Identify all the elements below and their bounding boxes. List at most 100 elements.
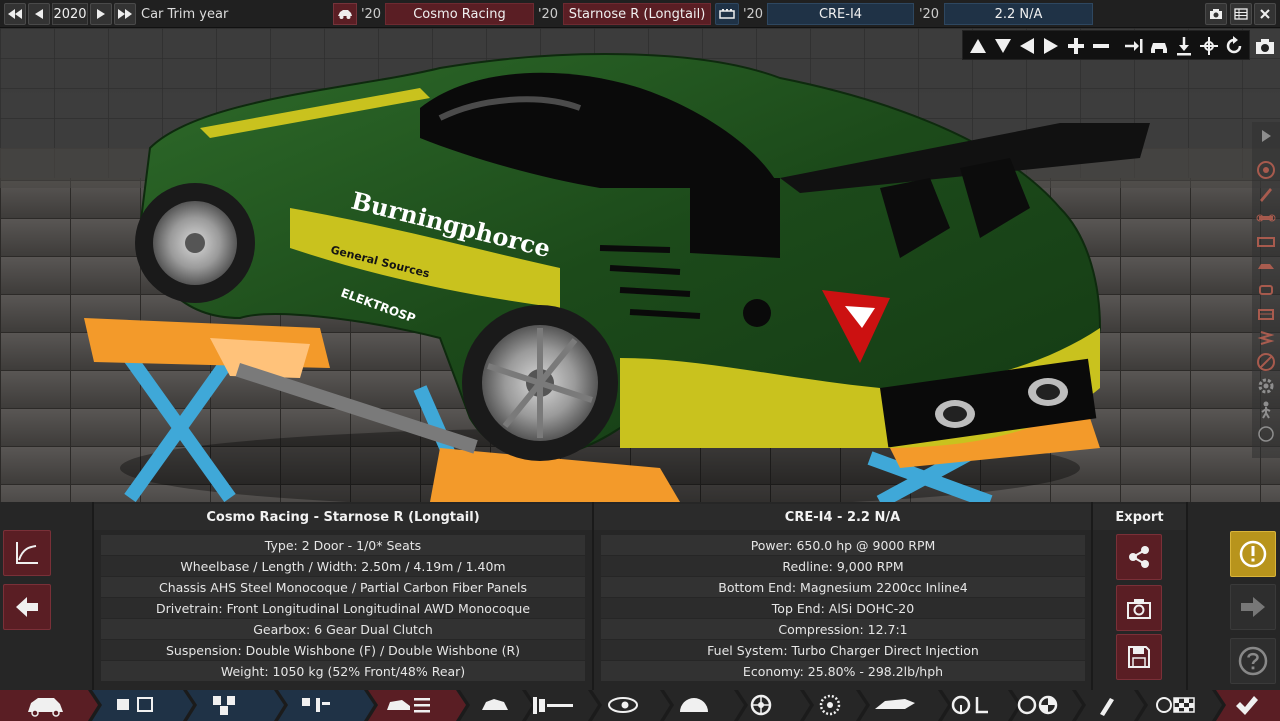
- engine-panel-title: CRE-I4 - 2.2 N/A: [594, 504, 1091, 530]
- zoom-in-button[interactable]: [1065, 35, 1087, 57]
- share-icon: [1129, 546, 1149, 568]
- list-icon: [1234, 8, 1248, 20]
- list-button[interactable]: [1230, 3, 1252, 25]
- camera-icon: [1127, 599, 1151, 619]
- wheel-view-button[interactable]: [1256, 160, 1276, 180]
- spring-icon: [1257, 331, 1275, 345]
- engine-spec-row: Top End: AlSi DOHC-20: [601, 597, 1085, 618]
- seat-icon: [1259, 285, 1273, 295]
- hide-parts-button[interactable]: [1256, 352, 1276, 372]
- tab-engine-tune[interactable]: [278, 690, 374, 721]
- trim-year: '20: [537, 6, 559, 22]
- engine-spec-row: Economy: 25.80% - 298.2lb/hph: [601, 660, 1085, 681]
- wheel-icon: [1257, 161, 1275, 179]
- chassis-icon: [1257, 237, 1275, 247]
- engine-year: '20: [742, 6, 764, 22]
- engine-spec-row: Power: 650.0 hp @ 9000 RPM: [601, 534, 1085, 555]
- circle-icon: [1258, 426, 1274, 442]
- car-spec-list: Type: 2 Door - 1/0* Seats Wheelbase / Le…: [101, 534, 585, 681]
- tab-fixtures[interactable]: [592, 690, 670, 721]
- triangle-right-icon: [1044, 38, 1058, 54]
- warnings-button[interactable]: [1230, 531, 1276, 577]
- first-year-button[interactable]: [4, 3, 26, 25]
- rotate-view-button[interactable]: [1223, 35, 1245, 57]
- camera-left-button[interactable]: [1016, 35, 1038, 57]
- suspension-view-button[interactable]: [1256, 328, 1276, 348]
- variant-year: '20: [918, 6, 940, 22]
- back-button[interactable]: [3, 584, 51, 630]
- gear-icon: [1258, 378, 1274, 394]
- drivetrain-icon: [1256, 214, 1276, 222]
- engine-view-button[interactable]: [1256, 304, 1276, 324]
- share-button[interactable]: [1116, 534, 1162, 580]
- arrow-right-icon: [1241, 597, 1265, 617]
- reset-view-button[interactable]: [1123, 35, 1145, 57]
- close-button[interactable]: [1254, 3, 1276, 25]
- car-icon: [338, 10, 352, 19]
- save-button[interactable]: [1116, 634, 1162, 680]
- interior-view-button[interactable]: [1256, 280, 1276, 300]
- arrow-right-icon: [97, 9, 105, 19]
- person-icon: [1261, 401, 1271, 419]
- ground-view-button[interactable]: [1173, 35, 1195, 57]
- driver-view-button[interactable]: [1256, 400, 1276, 420]
- question-icon: [1238, 646, 1268, 676]
- engine-button[interactable]: [715, 3, 739, 25]
- export-photo-button[interactable]: [1116, 585, 1162, 631]
- screenshot-button[interactable]: [1205, 3, 1227, 25]
- next-year-button[interactable]: [90, 3, 112, 25]
- tab-engine-family[interactable]: [92, 690, 193, 721]
- car-3d-view[interactable]: Burningphorce General Sources ELEKTROSP: [0, 28, 1280, 502]
- car-spec-row: Gearbox: 6 Gear Dual Clutch: [101, 618, 585, 639]
- settings-view-button[interactable]: [1256, 376, 1276, 396]
- view-tool-panel: [962, 30, 1250, 60]
- rotate-icon: [1226, 36, 1242, 54]
- paint-view-button[interactable]: [1256, 184, 1276, 204]
- camera-right-button[interactable]: [1040, 35, 1062, 57]
- camera-down-button[interactable]: [992, 35, 1014, 57]
- expand-strip-button[interactable]: [1256, 126, 1276, 146]
- next-step-button[interactable]: [1230, 584, 1276, 630]
- engine-spec-row: Compression: 12.7:1: [601, 618, 1085, 639]
- drivetrain-view-button[interactable]: [1256, 208, 1276, 228]
- car-panel-title: Cosmo Racing - Starnose R (Longtail): [94, 504, 592, 530]
- variant-selector[interactable]: 2.2 N/A: [944, 3, 1093, 25]
- skip-forward-icon: [118, 9, 132, 19]
- body-view-button[interactable]: [1256, 256, 1276, 276]
- help-button[interactable]: [1230, 638, 1276, 684]
- tab-wheels[interactable]: [738, 690, 810, 721]
- tab-brakes[interactable]: [804, 690, 866, 721]
- arrow-left-icon: [16, 597, 38, 617]
- engine-icon: [719, 9, 735, 19]
- photo-mode-button[interactable]: [1254, 36, 1276, 56]
- prev-year-button[interactable]: [28, 3, 50, 25]
- front-view-button[interactable]: [1148, 35, 1170, 57]
- triangle-left-icon: [1020, 38, 1034, 54]
- car-spec-row: Wheelbase / Length / Width: 2.50m / 4.19…: [101, 555, 585, 576]
- car-model-button[interactable]: [333, 3, 357, 25]
- model-year: '20: [360, 6, 382, 22]
- car-spec-row: Drivetrain: Front Longitudinal Longitudi…: [101, 597, 585, 618]
- chassis-view-button[interactable]: [1256, 232, 1276, 252]
- car-body-icon: [1258, 264, 1274, 269]
- year-field[interactable]: 2020: [52, 3, 88, 25]
- brush-icon: [1260, 188, 1272, 202]
- graph-button[interactable]: [3, 530, 51, 576]
- trim-selector[interactable]: Starnose R (Longtail): [563, 3, 711, 25]
- background-view-button[interactable]: [1256, 424, 1276, 444]
- top-bar: 2020 Car Trim year '20 Cosmo Racing '20 …: [0, 0, 1280, 28]
- car-spec-row: Weight: 1050 kg (52% Front/48% Rear): [101, 660, 585, 681]
- exclamation-icon: [1239, 540, 1267, 568]
- minus-icon: [1093, 44, 1109, 48]
- camera-up-button[interactable]: [967, 35, 989, 57]
- free-camera-button[interactable]: [1198, 35, 1220, 57]
- engine-family-selector[interactable]: CRE-I4: [767, 3, 914, 25]
- engine-spec-row: Fuel System: Turbo Charger Direct Inject…: [601, 639, 1085, 660]
- zoom-out-button[interactable]: [1090, 35, 1112, 57]
- car-front-icon: [1151, 43, 1167, 53]
- triangle-down-icon: [995, 39, 1011, 53]
- last-year-button[interactable]: [114, 3, 136, 25]
- tab-engine-bottom[interactable]: [187, 690, 284, 721]
- company-selector[interactable]: Cosmo Racing: [385, 3, 534, 25]
- info-panel: Cosmo Racing - Starnose R (Longtail) Typ…: [0, 502, 1280, 690]
